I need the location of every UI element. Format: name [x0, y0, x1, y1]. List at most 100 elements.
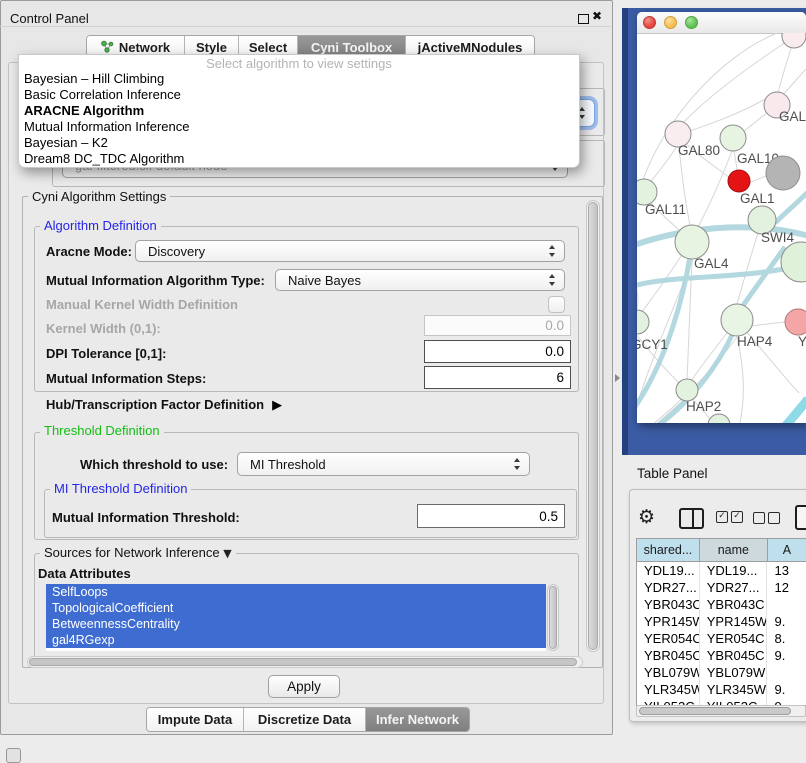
- tab-label: Network: [119, 40, 170, 55]
- table-row[interactable]: YPR145WYPR145W9.: [637, 613, 806, 630]
- scrollbar-thumb[interactable]: [639, 707, 791, 715]
- float-window-icon[interactable]: [578, 14, 589, 24]
- graph-node-hap2[interactable]: [676, 379, 698, 401]
- tab-infer-network[interactable]: Infer Network: [365, 708, 469, 731]
- table-row[interactable]: YBL079WYBL079W: [637, 664, 806, 681]
- graph-node-gal10[interactable]: [720, 125, 746, 151]
- table-cell: YBL079W: [637, 664, 700, 681]
- attribute-item[interactable]: gal4RGexp: [46, 632, 546, 648]
- popup-item[interactable]: Mutual Information Inference: [19, 119, 579, 135]
- aracne-mode-combobox[interactable]: Discovery: [135, 240, 565, 262]
- collapse-arrow-icon: ▼: [223, 547, 231, 561]
- table-row[interactable]: YBR043CYBR043C: [637, 596, 806, 613]
- scrollbar-thumb[interactable]: [549, 586, 557, 649]
- node-attribute-table[interactable]: shared...nameA YDL19...YDL19...13YDR27..…: [636, 538, 806, 706]
- graph-node[interactable]: [782, 33, 806, 48]
- table-cell: YBR045C: [700, 647, 768, 664]
- sources-title[interactable]: Sources for Network Inference ▼: [40, 546, 236, 561]
- attribute-item[interactable]: TopologicalCoefficient: [46, 600, 546, 616]
- graph-node-hap4[interactable]: [721, 304, 753, 336]
- close-traffic-light[interactable]: [643, 16, 656, 29]
- table-cell: YBR043C: [637, 596, 700, 613]
- data-attributes-list[interactable]: SelfLoopsTopologicalCoefficientBetweenne…: [46, 584, 546, 651]
- graph-node-y[interactable]: [785, 309, 806, 335]
- tab-label: Infer Network: [376, 712, 459, 727]
- table-cell: YDR27...: [637, 579, 700, 596]
- which-threshold-combobox[interactable]: MI Threshold: [237, 452, 530, 476]
- network-window-titlebar[interactable]: [637, 12, 806, 34]
- node-label: GAL: [779, 109, 806, 124]
- graph-node[interactable]: [766, 156, 800, 190]
- settings-vertical-scrollbar[interactable]: [586, 200, 600, 652]
- graph-node-gal4[interactable]: [675, 225, 709, 259]
- popup-item[interactable]: Basic Correlation Inference: [19, 87, 579, 103]
- network-graph[interactable]: GALGAL80GAL10GAL1GAL11SWI4GAL4GCY1HAP4YH…: [637, 33, 806, 423]
- deselect-all-columns-button[interactable]: [753, 512, 780, 524]
- close-icon[interactable]: ✖: [592, 9, 602, 23]
- mi-steps-field[interactable]: 6: [424, 366, 571, 389]
- table-row[interactable]: YBR045CYBR045C9.: [637, 647, 806, 664]
- columns-icon[interactable]: [679, 508, 704, 529]
- column-header[interactable]: A: [768, 539, 806, 561]
- node-label: GCY1: [637, 337, 668, 352]
- unchecked-box-icon: [753, 512, 765, 524]
- graph-node-gal1[interactable]: [728, 170, 750, 192]
- popup-item[interactable]: Dream8 DC_TDC Algorithm: [19, 151, 579, 167]
- table-cell: [767, 664, 806, 681]
- gear-icon[interactable]: ⚙: [638, 506, 655, 528]
- select-all-columns-button[interactable]: ✓ ✓: [716, 511, 743, 523]
- popup-item[interactable]: Bayesian – Hill Climbing: [19, 71, 579, 87]
- mi-threshold-label: Mutual Information Threshold:: [52, 510, 240, 525]
- node-label: GAL1: [740, 191, 775, 206]
- kernel-width-label: Kernel Width (0,1):: [46, 321, 161, 336]
- table-row[interactable]: YDR27...YDR27...12: [637, 579, 806, 596]
- stepper-arrows-icon: [514, 458, 521, 470]
- attribute-item[interactable]: BetweennessCentrality: [46, 616, 546, 632]
- popup-item[interactable]: ARACNE Algorithm: [19, 103, 579, 119]
- checked-box-icon: ✓: [731, 511, 743, 523]
- mi-type-value: Naive Bayes: [276, 273, 361, 288]
- column-header[interactable]: name: [700, 539, 768, 561]
- graph-node[interactable]: [708, 414, 730, 423]
- table-cell: 9.: [767, 613, 806, 630]
- attributes-scrollbar[interactable]: [547, 584, 559, 651]
- column-header[interactable]: shared...: [637, 539, 700, 561]
- stepper-arrows-icon: [549, 245, 556, 257]
- popup-item[interactable]: Bayesian – K2: [19, 135, 579, 151]
- tab-impute-data[interactable]: Impute Data: [147, 708, 243, 731]
- splitpane-arrow-icon[interactable]: [615, 374, 620, 382]
- scrollbar-thumb[interactable]: [29, 658, 577, 666]
- mi-steps-label: Mutual Information Steps:: [46, 371, 206, 386]
- window-title: Control Panel: [10, 11, 89, 26]
- graph-node-gcy1[interactable]: [637, 310, 649, 334]
- tab-label: jActiveMNodules: [418, 40, 523, 55]
- table-row[interactable]: YLR345WYLR345W9.: [637, 681, 806, 698]
- aracne-mode-label: Aracne Mode:: [46, 244, 132, 259]
- table-body: YDL19...YDL19...13YDR27...YDR27...12YBR0…: [637, 562, 806, 706]
- data-attributes-label: Data Attributes: [38, 566, 131, 581]
- hub-definition-toggle[interactable]: Hub/Transcription Factor Definition▶: [46, 397, 282, 413]
- dropdown-item-list: Bayesian – Hill ClimbingBasic Correlatio…: [19, 71, 579, 167]
- apply-button[interactable]: Apply: [268, 675, 340, 698]
- settings-group-title: Cyni Algorithm Settings: [28, 190, 170, 204]
- stepper-arrows-icon: [549, 274, 556, 286]
- table-panel-title: Table Panel: [637, 466, 708, 481]
- zoom-traffic-light[interactable]: [685, 16, 698, 29]
- table-cell: YLR345W: [637, 681, 700, 698]
- function-builder-icon[interactable]: [795, 505, 806, 530]
- bottom-tab-bar: Impute Data Discretize Data Infer Network: [146, 707, 470, 732]
- manual-kernel-checkbox[interactable]: [548, 296, 565, 313]
- attribute-item[interactable]: SelfLoops: [46, 584, 546, 600]
- tab-discretize-data[interactable]: Discretize Data: [243, 708, 365, 731]
- kernel-width-field[interactable]: 0.0: [424, 315, 571, 336]
- mi-type-combobox[interactable]: Naive Bayes: [275, 269, 565, 291]
- table-row[interactable]: YDL19...YDL19...13: [637, 562, 806, 579]
- tab-label: Discretize Data: [258, 712, 351, 727]
- tab-label: Style: [196, 40, 227, 55]
- minimize-traffic-light[interactable]: [664, 16, 677, 29]
- table-row[interactable]: YER054CYER054C8.: [637, 630, 806, 647]
- minimized-panel-icon[interactable]: [6, 748, 21, 763]
- scrollbar-thumb[interactable]: [588, 202, 598, 650]
- dpi-tolerance-field[interactable]: 0.0: [424, 340, 571, 363]
- mi-threshold-field[interactable]: 0.5: [417, 504, 565, 528]
